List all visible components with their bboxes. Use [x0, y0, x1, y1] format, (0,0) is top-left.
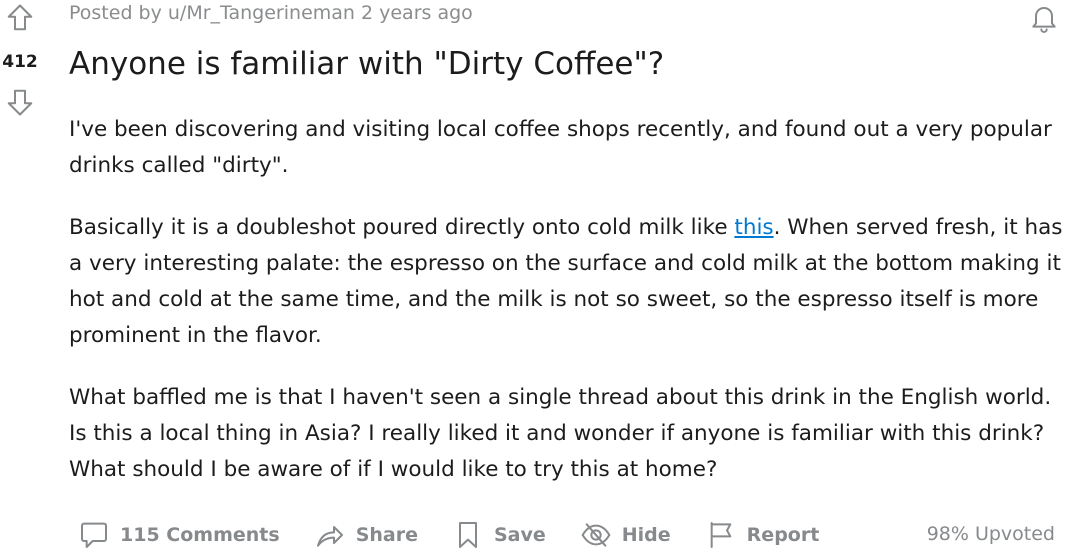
share-arrow-icon: [316, 526, 343, 547]
post-title: Anyone is familiar with "Dirty Coffee"?: [69, 46, 665, 82]
comments-button[interactable]: 115 Comments: [78, 519, 280, 551]
save-label: Save: [493, 524, 546, 546]
hide-label: Hide: [621, 524, 671, 546]
follow-post-button[interactable]: [1026, 0, 1062, 36]
vote-score: 412: [2, 52, 38, 72]
save-button[interactable]: Save: [452, 519, 546, 551]
comment-bubble-icon: [81, 522, 107, 548]
upvote-ratio: 98% Upvoted: [926, 523, 1055, 545]
post-action-bar: 115 Comments Share Save Hide Report: [78, 515, 853, 555]
share-label: Share: [355, 524, 418, 546]
hide-button[interactable]: Hide: [580, 519, 671, 551]
inline-link[interactable]: this: [734, 215, 773, 240]
downvote-button[interactable]: [4, 86, 36, 118]
paragraph-text: Basically it is a doubleshot poured dire…: [69, 215, 735, 240]
bookmark-icon: [458, 522, 477, 548]
post-paragraph: What baffled me is that I haven't seen a…: [69, 385, 1052, 482]
post-body: I've been discovering and visiting local…: [69, 112, 1064, 514]
eye-slash-icon: [581, 523, 611, 547]
report-label: Report: [746, 524, 820, 546]
downvote-arrow-icon: [7, 89, 33, 116]
upvote-arrow-icon: [7, 4, 33, 31]
share-button[interactable]: Share: [314, 519, 418, 551]
post-byline: Posted by u/Mr_Tangerineman 2 years ago: [69, 2, 473, 24]
post-paragraph: Basically it is a doubleshot poured dire…: [69, 210, 1064, 354]
flag-icon: [710, 522, 732, 548]
comments-label: 115 Comments: [120, 524, 280, 546]
report-button[interactable]: Report: [705, 519, 820, 551]
upvote-button[interactable]: [4, 2, 36, 34]
bell-icon: [1032, 7, 1056, 33]
post-paragraph: I've been discovering and visiting local…: [69, 117, 1052, 178]
